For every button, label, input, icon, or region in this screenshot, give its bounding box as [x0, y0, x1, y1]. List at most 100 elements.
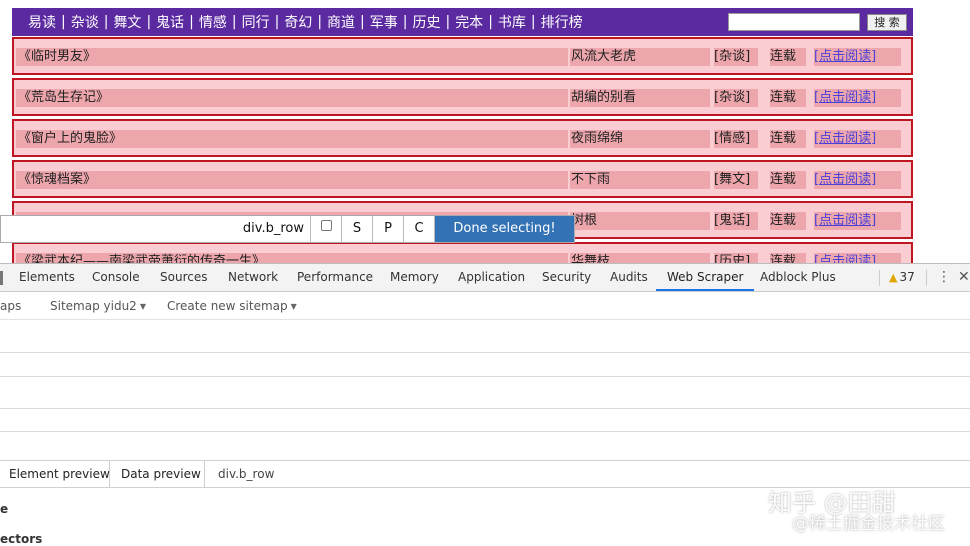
read-link[interactable]: [点击阅读] — [814, 48, 901, 66]
select-parent-button[interactable]: P — [373, 216, 404, 242]
more-options-icon[interactable]: ⋮ — [937, 264, 951, 291]
book-status: 连载 — [770, 171, 806, 189]
book-author: 胡编的别看 — [570, 89, 710, 107]
nav-separator: | — [317, 14, 323, 30]
site-search-input[interactable] — [728, 13, 860, 31]
element-preview-tab[interactable]: Element preview — [0, 461, 110, 488]
book-status: 连载 — [770, 212, 806, 230]
nav-separator: | — [61, 14, 66, 30]
nav-link[interactable]: 商道 — [327, 12, 355, 32]
nav-link[interactable]: 情感 — [199, 12, 227, 32]
book-title: 《荒岛生存记》 — [16, 89, 568, 107]
devtools-tab-performance[interactable]: Performance — [297, 264, 373, 291]
book-status: 连载 — [770, 89, 806, 107]
site-search-button[interactable]: 搜 索 — [867, 14, 907, 31]
devtools-tab-elements[interactable]: Elements — [19, 264, 75, 291]
warning-count: 37 — [899, 270, 915, 284]
book-author: 树根 — [570, 212, 710, 230]
nav-separator: | — [103, 14, 109, 30]
devtools-tab-console[interactable]: Console — [92, 264, 140, 291]
nav-separator: | — [274, 14, 280, 30]
watermark: 知乎 @田甜 @稀土掘金技术社区 — [768, 483, 968, 543]
nav-link[interactable]: 军事 — [370, 12, 398, 32]
read-link[interactable]: [点击阅读] — [814, 89, 901, 107]
book-status: 连载 — [770, 48, 806, 66]
devtools-tab-bar: Elements Console Sources Network Performance… — [0, 264, 970, 292]
nav-separator: | — [530, 14, 536, 30]
form-row-divider — [0, 408, 970, 409]
book-row[interactable]: 《惊魂档案》 不下雨 [舞文] 连载 [点击阅读] — [12, 160, 913, 198]
nav-link[interactable]: 杂谈 — [71, 12, 99, 32]
tab-separator — [879, 270, 880, 286]
nav-separator: | — [146, 14, 152, 30]
nav-separator: | — [402, 14, 408, 30]
book-status: 连载 — [770, 130, 806, 148]
selector-value[interactable]: div.b_row — [218, 461, 274, 488]
devtools-tab-memory[interactable]: Memory — [390, 264, 439, 291]
create-sitemap-dropdown[interactable]: Create new sitemap ▼ — [167, 292, 297, 320]
nav-link[interactable]: 书库 — [498, 12, 526, 32]
select-s-button[interactable]: S — [342, 216, 373, 242]
nav-link[interactable]: 完本 — [455, 12, 483, 32]
selected-css-selector: div.b_row — [1, 216, 311, 242]
devtools-tab-adblock-plus[interactable]: Adblock Plus — [760, 264, 836, 291]
caret-down-icon: ▼ — [290, 301, 297, 311]
form-row-divider — [0, 352, 970, 353]
book-row[interactable]: 《临时男友》 风流大老虎 [杂谈] 连载 [点击阅读] — [12, 37, 913, 75]
nav-link[interactable]: 鬼话 — [156, 12, 184, 32]
create-sitemap-label: Create new sitemap — [167, 299, 288, 313]
book-title: 《窗户上的鬼脸》 — [16, 130, 568, 148]
nav-separator: | — [189, 14, 194, 30]
sitemap-dropdown[interactable]: Sitemap yidu2 ▼ — [50, 292, 146, 320]
book-status: 连载 — [770, 253, 806, 263]
book-row[interactable]: 《窗户上的鬼脸》 夜雨绵绵 [情感] 连载 [点击阅读] — [12, 119, 913, 157]
book-author: 华舞枝 — [570, 253, 710, 263]
sitemaps-nav-item[interactable]: aps — [0, 292, 21, 320]
dock-side-icon[interactable] — [0, 271, 3, 285]
caret-down-icon: ▼ — [139, 301, 146, 311]
checkbox-box[interactable] — [320, 220, 332, 231]
close-devtools-icon[interactable]: ✕ — [958, 264, 970, 291]
top-navigation-bar: 易读 | 杂谈 | 舞文 | 鬼话 | 情感 | 同行 | 奇幻 | 商道 | 军事 | 历史 | 完本 | 书库 | 排行榜 … — [12, 8, 913, 36]
nav-separator: | — [488, 14, 493, 30]
nav-separator: | — [445, 14, 451, 30]
parent-selectors-label: ectors — [0, 532, 43, 546]
nav-link[interactable]: 同行 — [242, 12, 270, 32]
book-title: 《梁武本纪——南梁武帝萧衍的传奇一生》 — [16, 253, 568, 263]
devtools-tab-audits[interactable]: Audits — [610, 264, 648, 291]
warning-icon: ▲ — [889, 271, 898, 284]
done-selecting-button[interactable]: Done selecting! — [435, 216, 574, 242]
nav-separator: | — [231, 14, 237, 30]
nav-link[interactable]: 舞文 — [113, 12, 141, 32]
juejin-watermark: @稀土掘金技术社区 — [792, 514, 945, 534]
book-category: [历史] — [714, 253, 758, 263]
sitemap-label: Sitemap yidu2 — [50, 299, 137, 313]
select-child-button[interactable]: C — [404, 216, 435, 242]
enable-keys-checkbox[interactable] — [311, 216, 342, 242]
read-link[interactable]: [点击阅读] — [814, 171, 901, 189]
book-row[interactable]: 《梁武本纪——南梁武帝萧衍的传奇一生》 华舞枝 [历史] 连载 [点击阅读] — [12, 242, 913, 263]
form-row-divider — [0, 376, 970, 377]
nav-link[interactable]: 历史 — [412, 12, 440, 32]
nav-link[interactable]: 奇幻 — [284, 12, 312, 32]
book-category: [杂谈] — [714, 48, 758, 66]
read-link[interactable]: [点击阅读] — [814, 212, 901, 230]
book-row[interactable]: 《荒岛生存记》 胡编的别看 [杂谈] 连载 [点击阅读] — [12, 78, 913, 116]
devtools-tab-application[interactable]: Application — [458, 264, 525, 291]
warning-counter[interactable]: ▲ 37 — [889, 264, 915, 291]
web-scraper-nav: aps Sitemap yidu2 ▼ Create new sitemap ▼ — [0, 292, 970, 320]
book-category: [舞文] — [714, 171, 758, 189]
devtools-tab-network[interactable]: Network — [228, 264, 278, 291]
book-author: 不下雨 — [570, 171, 710, 189]
devtools-tab-security[interactable]: Security — [542, 264, 591, 291]
data-preview-tab[interactable]: Data preview — [110, 461, 205, 488]
book-author: 夜雨绵绵 — [570, 130, 710, 148]
devtools-tab-web-scraper[interactable]: Web Scraper — [656, 264, 755, 291]
read-link[interactable]: [点击阅读] — [814, 130, 901, 148]
nav-link[interactable]: 易读 — [28, 12, 56, 32]
nav-link[interactable]: 排行榜 — [541, 12, 583, 32]
book-title: 《惊魂档案》 — [16, 171, 568, 189]
read-link[interactable]: [点击阅读] — [814, 253, 901, 263]
nav-links: 易读 | 杂谈 | 舞文 | 鬼话 | 情感 | 同行 | 奇幻 | 商道 | 军事 | 历史 | 完本 | 书库 | 排行榜 — [28, 8, 583, 36]
devtools-tab-sources[interactable]: Sources — [160, 264, 207, 291]
